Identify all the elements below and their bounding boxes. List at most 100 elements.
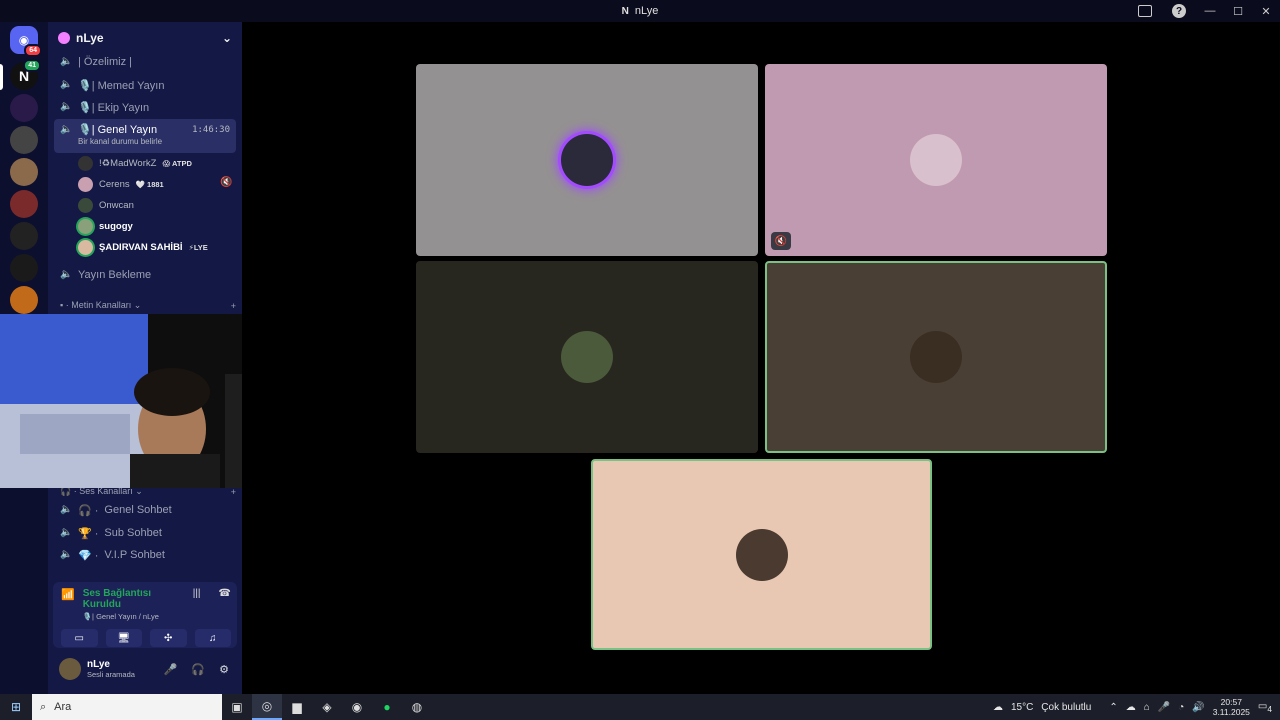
wifi-icon[interactable]: ◔ <box>1178 702 1184 713</box>
window-title: nLye <box>634 5 659 17</box>
signal-icon[interactable]: 📶 <box>61 588 75 601</box>
weather-temp[interactable]: 15°C <box>1011 702 1033 713</box>
screen-share-button[interactable]: 🖥 <box>105 629 142 647</box>
spotify-icon[interactable]: ● <box>372 694 402 720</box>
trophy-icon: 🏆 · <box>78 527 99 540</box>
noise-suppression-icon[interactable]: ||| <box>193 588 201 599</box>
participant-tile[interactable] <box>591 459 932 650</box>
call-timer: 1:46:30 <box>192 124 230 135</box>
participant-avatar <box>561 331 613 383</box>
taskbar-search[interactable]: ⌕ Ara <box>32 694 222 720</box>
volume-icon[interactable]: 🔊 <box>1192 702 1204 713</box>
server-icon-4[interactable] <box>10 158 38 186</box>
disconnect-icon[interactable]: ☎ <box>219 588 231 599</box>
headphones-icon[interactable]: 🎧 <box>191 663 205 676</box>
add-channel-icon[interactable]: + <box>231 301 236 311</box>
windows-start-button[interactable]: ⊞ <box>0 694 32 720</box>
channel-label: Genel Sohbet <box>104 504 172 516</box>
channel-ekip-yayin[interactable]: 🔈 🎙️| Ekip Yayın <box>54 96 236 118</box>
participant-tile[interactable]: 🔇 <box>765 64 1107 256</box>
activities-button[interactable]: ✣ <box>150 629 187 647</box>
server-name: nLye <box>76 31 104 45</box>
channel-label: Yayın Bekleme <box>78 269 152 281</box>
server-icon-6[interactable] <box>10 222 38 250</box>
microphone-icon[interactable]: 🎤 <box>164 663 178 676</box>
help-icon[interactable]: ? <box>1172 4 1186 18</box>
server-icon-5[interactable] <box>10 190 38 218</box>
participant-tile[interactable] <box>765 261 1107 453</box>
onedrive-icon[interactable]: ☁ <box>1126 702 1136 713</box>
channel-genel-sohbet[interactable]: 🔈 🎧 · Genel Sohbet <box>54 499 236 521</box>
participant-avatar <box>910 331 962 383</box>
channel-genel-yayin[interactable]: 🔈 🎙️| Genel Yayın 1:46:30 Bir kanal durumu… <box>54 119 236 153</box>
user-tag: 🤍 1881 <box>135 179 164 189</box>
weather-icon: ☁ <box>992 701 1003 713</box>
server-icon-3[interactable] <box>10 126 38 154</box>
channel-sub-sohbet[interactable]: 🔈 🏆 · Sub Sohbet <box>54 522 236 544</box>
channel-memed-yayin[interactable]: 🔈 🎙️| Memed Yayın <box>54 74 236 96</box>
direct-messages-button[interactable]: ◉ 64 <box>10 26 42 57</box>
minimize-button[interactable]: — <box>1196 0 1224 22</box>
voice-user[interactable]: ŞADIRVAN SAHİBİ ⚡LYE <box>78 237 208 257</box>
discord-taskbar-icon[interactable]: ◉ <box>342 694 372 720</box>
speaker-icon: 🔈 <box>60 79 73 90</box>
game-app-icon[interactable]: ◈ <box>312 694 342 720</box>
weather-desc[interactable]: Çok bulutlu <box>1041 702 1091 713</box>
speaker-icon: 🔈 <box>60 56 73 67</box>
category-text-channels[interactable]: ▪ · Metin Kanalları ⌄ + <box>60 300 236 311</box>
clock[interactable]: 20:57 3.11.2025 <box>1213 697 1250 717</box>
file-explorer-icon[interactable]: ▆ <box>282 694 312 720</box>
add-channel-icon[interactable]: + <box>231 487 236 497</box>
channel-ozelimiz[interactable]: 🔈 | Özelimiz | <box>54 51 236 73</box>
chrome-icon[interactable]: ◎ <box>252 694 282 720</box>
channel-label: 🎙️| Genel Yayın <box>78 124 158 136</box>
voice-status-subtitle[interactable]: 🎙️| Genel Yayın / nLye <box>83 612 185 621</box>
channel-label: Sub Sohbet <box>104 527 162 539</box>
user-panel: nLye Sesli aramada 🎤 🎧 ⚙ <box>53 654 237 684</box>
notification-icon[interactable]: ▭4 <box>1258 701 1272 714</box>
voice-user[interactable]: sugogy <box>78 216 133 236</box>
avatar <box>78 218 93 234</box>
chevron-up-icon[interactable]: ⌃ <box>1109 702 1117 713</box>
speaker-icon: 🔈 <box>60 549 73 560</box>
server-icon-2[interactable] <box>10 94 38 122</box>
voice-user[interactable]: !♻MadWorkZ 😱 ATPD <box>78 153 192 173</box>
server-icon-8[interactable] <box>10 286 38 314</box>
chevron-down-icon: ⌄ <box>221 31 232 45</box>
network-icon[interactable]: ⌂ <box>1144 702 1150 713</box>
channel-yayin-bekleme[interactable]: 🔈 Yayın Bekleme <box>54 264 236 286</box>
server-icon-7[interactable] <box>10 254 38 282</box>
channel-status[interactable]: Bir kanal durumu belirle <box>60 137 162 146</box>
user-status: Sesli aramada <box>87 670 135 679</box>
soundboard-icon: ♫ <box>209 632 217 644</box>
headphones-icon: 🎧 · <box>78 504 99 517</box>
speaker-icon: 🔈 <box>60 101 73 112</box>
server-header[interactable]: nLye ⌄ <box>48 22 242 54</box>
clock-time: 20:57 <box>1220 697 1242 707</box>
close-button[interactable]: ✕ <box>1252 0 1280 22</box>
user-name: ŞADIRVAN SAHİBİ <box>99 241 183 253</box>
settings-gear-icon[interactable]: ⚙ <box>219 663 229 676</box>
inbox-icon[interactable] <box>1138 5 1152 17</box>
participant-tile[interactable] <box>416 64 758 256</box>
camera-off-icon: ▭ <box>74 632 84 644</box>
participant-avatar <box>735 528 788 581</box>
participant-tile[interactable] <box>416 261 758 453</box>
avatar[interactable] <box>59 658 81 680</box>
avatar <box>78 239 93 255</box>
soundboard-button[interactable]: ♫ <box>194 629 231 647</box>
channel-vip-sohbet[interactable]: 🔈 💎 · V.I.P Sohbet <box>54 544 236 566</box>
server-nlye[interactable]: N 41 <box>10 59 41 90</box>
obs-icon[interactable]: ◍ <box>402 694 432 720</box>
voice-user[interactable]: Onwcan <box>78 195 134 215</box>
participant-avatar <box>561 134 613 186</box>
task-view-icon[interactable]: ▣ <box>222 694 252 720</box>
maximize-button[interactable]: ☐ <box>1224 0 1252 22</box>
microphone-icon[interactable]: 🎤 <box>1158 702 1170 713</box>
voice-user[interactable]: Cerens 🤍 1881 <box>78 174 164 194</box>
camera-button[interactable]: ▭ <box>61 629 98 647</box>
activities-icon: ✣ <box>164 632 173 644</box>
dm-badge: 64 <box>24 44 42 57</box>
channel-label: 🎙️| Memed Yayın <box>78 79 165 92</box>
chat-icon: ▪ · <box>60 300 72 310</box>
